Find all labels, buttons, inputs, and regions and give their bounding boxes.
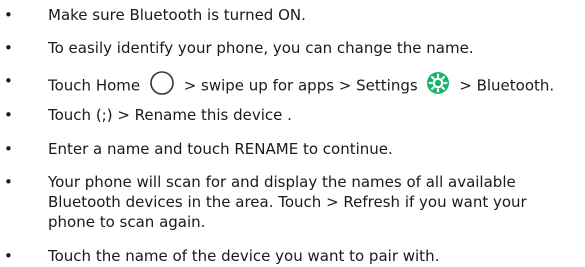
item-text-part: Touch Home (48, 76, 141, 95)
item-text: To easily identify your phone, you can c… (48, 39, 474, 57)
item-text: Touch the name of the device you want to… (48, 247, 440, 265)
item-text-line: Bluetooth devices in the area. Touch > R… (48, 193, 527, 211)
home-circle-icon (149, 71, 175, 100)
item-text-part: > swipe up for apps > Settings (183, 76, 418, 95)
item-text-line: Your phone will scan for and display the… (48, 173, 516, 191)
item-text: Enter a name and touch RENAME to continu… (48, 140, 393, 158)
item-text-part: > Bluetooth. (459, 76, 555, 95)
bullet: • (4, 247, 13, 265)
settings-gear-icon (426, 71, 450, 100)
bullet: • (4, 39, 13, 57)
item-text: Make sure Bluetooth is turned ON. (48, 6, 306, 24)
bullet: • (4, 173, 13, 191)
bullet: • (4, 6, 13, 24)
item-text: Touch (;) > Rename this device . (48, 106, 292, 124)
bullet: • (4, 140, 13, 158)
item-text-line: phone to scan again. (48, 213, 206, 231)
bullet: • (4, 106, 13, 124)
instruction-list: • Make sure Bluetooth is turned ON. • To… (0, 0, 585, 267)
item-text: Touch Home > swipe up for apps > Setting… (48, 71, 554, 100)
bullet: • (4, 72, 13, 90)
item-text: Your phone will scan for and display the… (48, 172, 527, 232)
